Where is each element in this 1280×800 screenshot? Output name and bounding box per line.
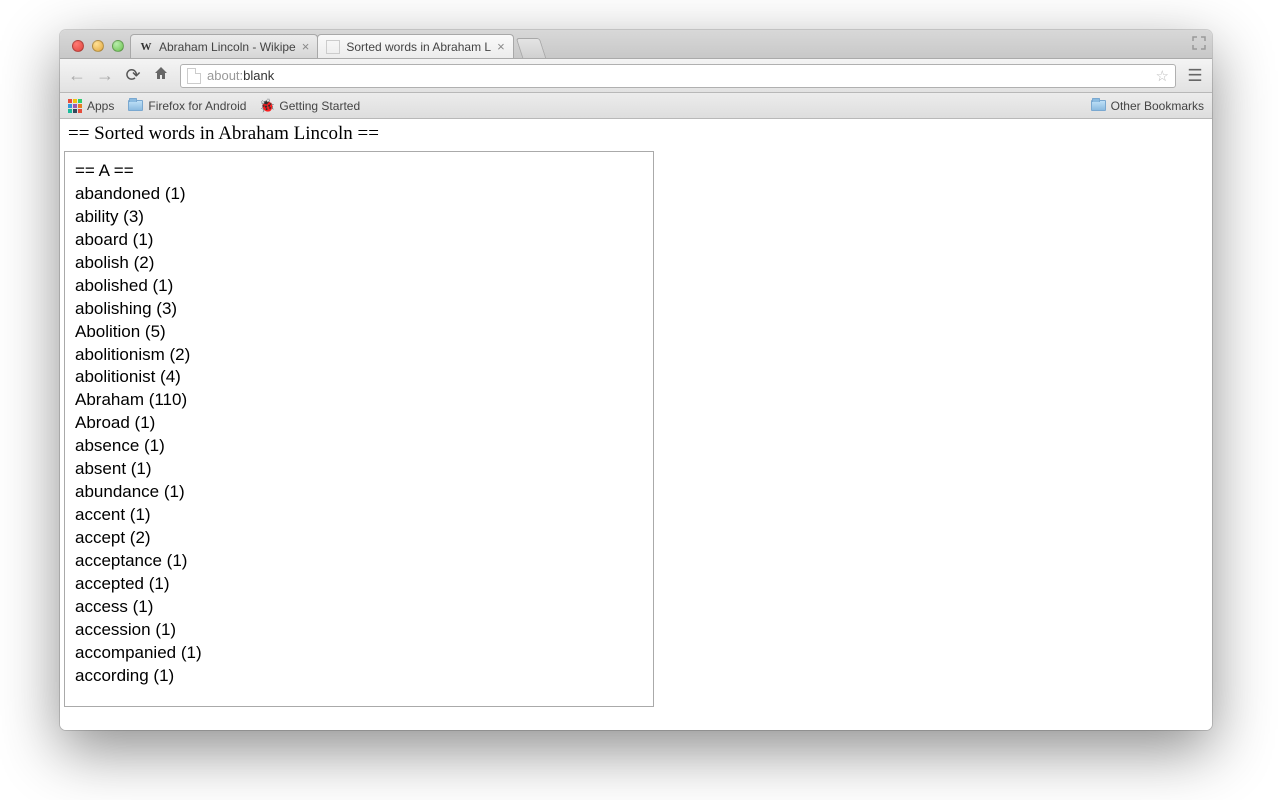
page-favicon-icon — [326, 40, 340, 54]
home-button[interactable] — [152, 65, 170, 86]
folder-icon — [128, 100, 143, 111]
bookmark-getting-started[interactable]: 🐞 Getting Started — [260, 99, 360, 113]
apps-label: Apps — [87, 99, 114, 113]
apps-grid-icon — [68, 99, 82, 113]
toolbar: ← → ⟳ about:blank ☆ ☰ — [60, 59, 1212, 93]
wikipedia-favicon-icon: W — [139, 40, 153, 54]
tab-strip: W Abraham Lincoln - Wikipe × Sorted word… — [60, 30, 1212, 59]
apps-shortcut[interactable]: Apps — [68, 99, 114, 113]
page-content: == Sorted words in Abraham Lincoln == ==… — [60, 119, 1212, 730]
folder-icon — [1091, 100, 1106, 111]
bookmark-label: Getting Started — [279, 99, 360, 113]
back-button[interactable]: ← — [68, 65, 86, 86]
bookmark-label: Firefox for Android — [148, 99, 246, 113]
word-list-textarea[interactable]: == A == abandoned (1) ability (3) aboard… — [64, 151, 654, 707]
address-bar[interactable]: about:blank ☆ — [180, 64, 1176, 88]
other-bookmarks-label: Other Bookmarks — [1111, 99, 1204, 113]
minimize-window-button[interactable] — [92, 40, 104, 52]
window-controls — [68, 40, 130, 58]
tab-title: Sorted words in Abraham L — [346, 40, 491, 54]
reload-button[interactable]: ⟳ — [124, 65, 142, 86]
zoom-window-button[interactable] — [112, 40, 124, 52]
url-scheme: about: — [207, 68, 243, 83]
tab-sorted-words[interactable]: Sorted words in Abraham L × — [317, 34, 513, 58]
url-path: blank — [243, 68, 274, 83]
browser-window: W Abraham Lincoln - Wikipe × Sorted word… — [60, 30, 1212, 730]
other-bookmarks[interactable]: Other Bookmarks — [1091, 99, 1204, 113]
fullscreen-icon[interactable] — [1192, 36, 1206, 50]
forward-button[interactable]: → — [96, 65, 114, 86]
bookmark-star-icon[interactable]: ☆ — [1156, 67, 1169, 85]
close-window-button[interactable] — [72, 40, 84, 52]
page-heading: == Sorted words in Abraham Lincoln == — [60, 119, 1212, 147]
tab-wikipedia[interactable]: W Abraham Lincoln - Wikipe × — [130, 34, 318, 58]
close-tab-icon[interactable]: × — [302, 39, 310, 54]
close-tab-icon[interactable]: × — [497, 39, 505, 54]
bookmarks-bar: Apps Firefox for Android 🐞 Getting Start… — [60, 93, 1212, 119]
menu-button[interactable]: ☰ — [1186, 66, 1204, 86]
ladybug-icon: 🐞 — [260, 99, 274, 113]
tab-title: Abraham Lincoln - Wikipe — [159, 40, 296, 54]
page-icon — [187, 68, 201, 84]
new-tab-button[interactable] — [515, 38, 545, 58]
bookmark-firefox-android[interactable]: Firefox for Android — [128, 99, 246, 113]
